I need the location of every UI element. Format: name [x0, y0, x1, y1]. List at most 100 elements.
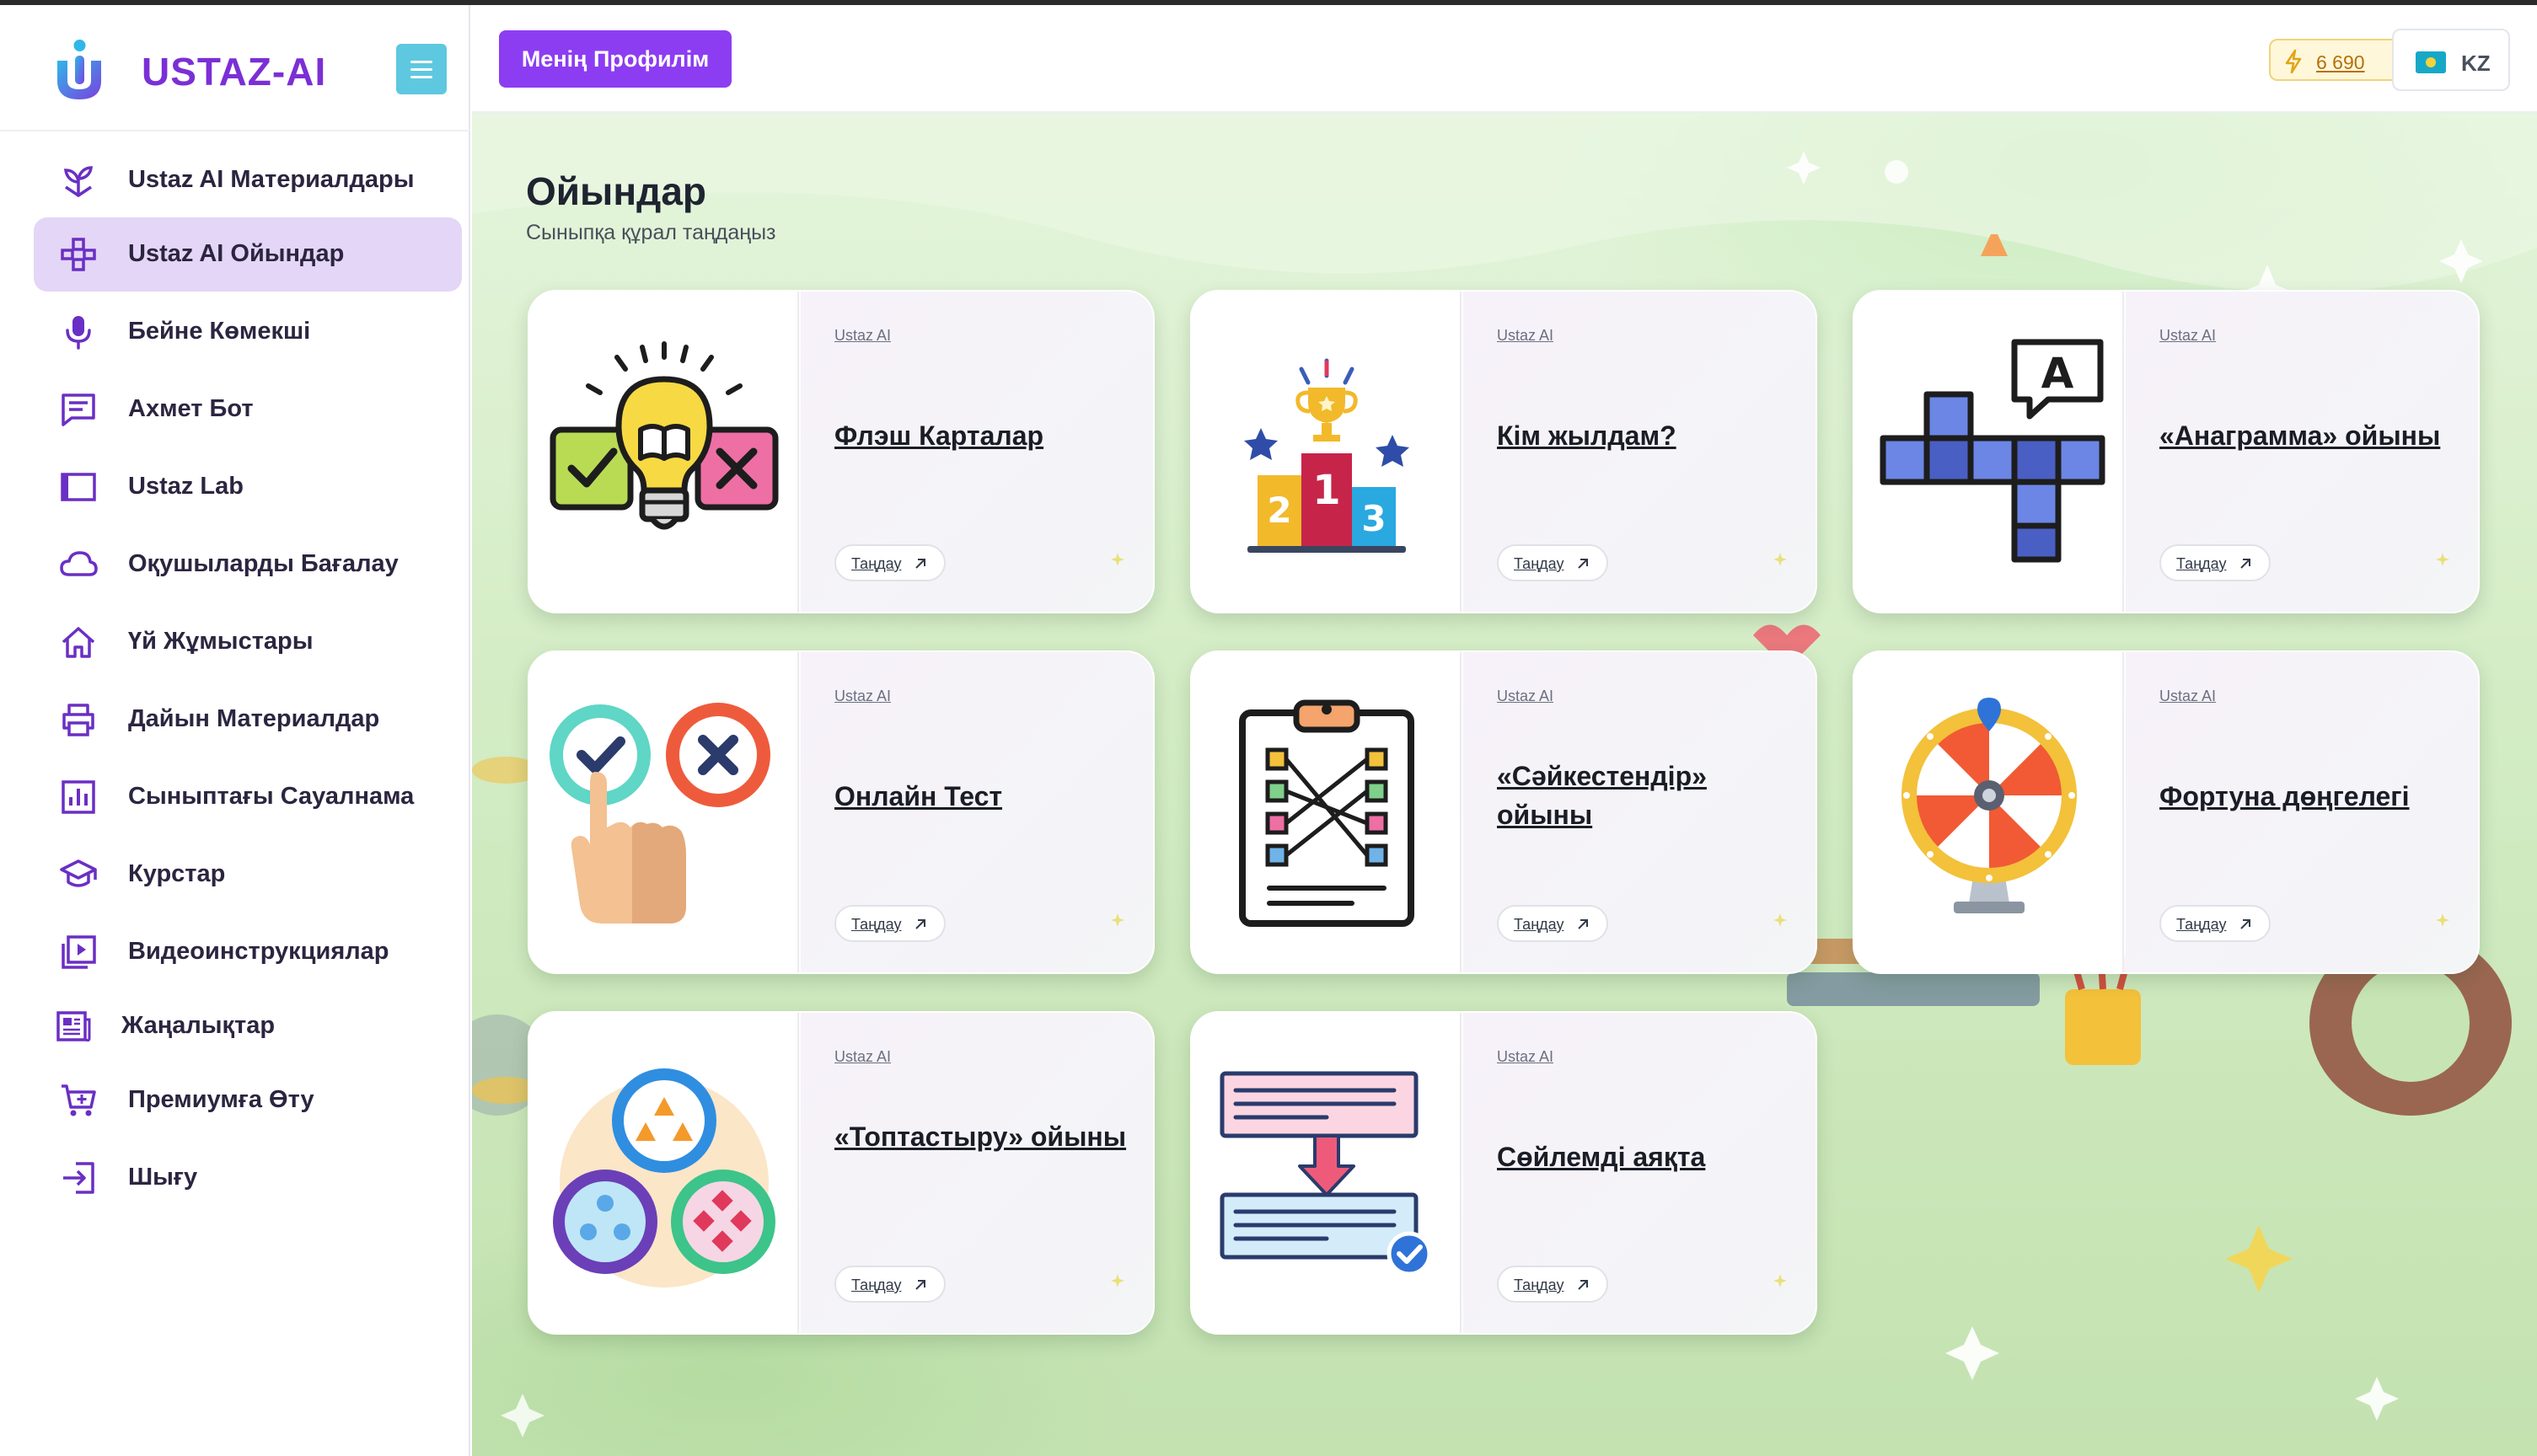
sidebar-item-label: Үй Жұмыстары [128, 628, 314, 655]
select-button[interactable]: Таңдау [834, 1266, 946, 1303]
arrow-up-right-icon [915, 559, 925, 569]
card-source[interactable]: Ustaz AI [1497, 327, 1553, 345]
matching-clipboard-icon [1239, 699, 1414, 927]
card-source[interactable]: Ustaz AI [834, 1048, 891, 1066]
card-title[interactable]: «Топтастыру» ойыны [834, 1117, 1138, 1156]
sidebar-item-label: Ustaz AI Материалдары [128, 166, 415, 193]
select-button[interactable]: Таңдау [834, 544, 946, 581]
card-source[interactable]: Ustaz AI [1497, 688, 1553, 705]
sentence-complete-icon [1220, 1071, 1432, 1277]
select-button[interactable]: Таңдау [2159, 905, 2271, 942]
game-card-who-is-faster[interactable]: 1 2 3 Ustaz AI Кім жылдам? Таңдау [1190, 290, 1817, 613]
sidebar-item-label: Ustaz Lab [128, 473, 244, 500]
sidebar-item-video-instructions[interactable]: Видеоинструкциялар [34, 915, 462, 989]
arrow-up-right-icon [2240, 919, 2250, 929]
sidebar-item-label: Премиумға Өту [128, 1086, 314, 1113]
game-card-matching[interactable]: Ustaz AI «Сәйкестендір» ойыны Таңдау [1190, 650, 1817, 974]
home-icon [62, 627, 95, 658]
lightbulb-icon [550, 341, 779, 530]
card-image [1192, 652, 1462, 972]
card-title[interactable]: Сөйлемді аяқта [1497, 1138, 1800, 1176]
card-source[interactable]: Ustaz AI [834, 688, 891, 705]
select-button[interactable]: Таңдау [1497, 905, 1608, 942]
sparkle-icon [2436, 913, 2449, 927]
sidebar-item-akhmet-bot[interactable]: Ахмет Бот [34, 372, 462, 447]
arrow-up-right-icon [1578, 919, 1588, 929]
card-source[interactable]: Ustaz AI [2159, 688, 2216, 705]
sidebar-item-homework[interactable]: Үй Жұмыстары [34, 605, 462, 679]
hamburger-menu-button[interactable] [396, 44, 447, 94]
chat-icon [62, 393, 95, 426]
card-body: Ustaz AI Фортуна дөңгелегі Таңдау [2126, 652, 2478, 972]
select-button[interactable]: Таңдау [2159, 544, 2271, 581]
games-main-area: Ойындар Сыныпқа құрал таңдаңыз Ustaz AI … [472, 113, 2537, 1456]
microphone-icon [66, 316, 91, 350]
select-label: Таңдау [851, 916, 902, 933]
card-title[interactable]: Фортуна дөңгелегі [2159, 777, 2463, 816]
sidebar-item-assessment[interactable]: Оқушыларды Бағалау [34, 527, 462, 602]
select-button[interactable]: Таңдау [1497, 1266, 1608, 1303]
printer-icon [62, 704, 94, 736]
logout-icon [63, 1162, 94, 1194]
svg-text:2: 2 [1267, 490, 1291, 531]
sidebar-item-ustaz-lab[interactable]: Ustaz Lab [34, 450, 462, 524]
bar-chart-icon [62, 780, 95, 814]
sidebar: USTAZ-AI Ustaz AI Материалдары Ustaz AI … [0, 5, 470, 1456]
brand-logo-icon[interactable] [51, 37, 110, 104]
card-title[interactable]: «Сәйкестендір» ойыны [1497, 757, 1800, 834]
crossword-icon: A [1880, 339, 2105, 563]
game-card-flashcards[interactable]: Ustaz AI Флэш Карталар Таңдау [528, 290, 1155, 613]
sidebar-item-courses[interactable]: Курстар [34, 838, 462, 912]
brand-name[interactable]: USTAZ-AI [142, 49, 326, 94]
card-source[interactable]: Ustaz AI [2159, 327, 2216, 345]
sidebar-item-video-assistant[interactable]: Бейне Көмекші [34, 295, 462, 369]
sidebar-item-games[interactable]: Ustaz AI Ойындар [34, 217, 462, 292]
sparkle-icon [1111, 1274, 1124, 1287]
card-source[interactable]: Ustaz AI [834, 327, 891, 345]
grouping-circles-icon [553, 1068, 775, 1287]
select-label: Таңдау [851, 555, 902, 572]
card-source[interactable]: Ustaz AI [1497, 1048, 1553, 1066]
sidebar-item-materials[interactable]: Ustaz AI Материалдары [34, 143, 462, 217]
gamepad-icon [61, 238, 96, 271]
sidebar-item-label: Оқушыларды Бағалау [128, 550, 399, 577]
sparkle-icon [1773, 1274, 1787, 1287]
graduation-cap-icon [60, 859, 97, 887]
select-label: Таңдау [2176, 916, 2227, 933]
select-label: Таңдау [1514, 916, 1564, 933]
card-image [529, 652, 799, 972]
sidebar-item-logout[interactable]: Шығу [34, 1141, 462, 1215]
podium-icon: 1 2 3 [1244, 358, 1409, 553]
game-card-fortune-wheel[interactable]: Ustaz AI Фортуна дөңгелегі Таңдау [1853, 650, 2480, 974]
card-body: Ustaz AI Флэш Карталар Таңдау [801, 292, 1153, 612]
game-card-online-test[interactable]: Ustaz AI Онлайн Тест Таңдау [528, 650, 1155, 974]
sidebar-item-class-survey[interactable]: Сыныптағы Сауалнама [34, 760, 462, 834]
sidebar-item-premium[interactable]: Премиумға Өту [34, 1063, 462, 1138]
card-title[interactable]: Кім жылдам? [1497, 416, 1800, 455]
arrow-up-right-icon [2240, 559, 2250, 569]
kazakhstan-flag-icon [2416, 51, 2446, 73]
lightning-icon [2285, 49, 2302, 74]
sidebar-item-label: Ustaz AI Ойындар [128, 240, 345, 267]
game-card-grouping[interactable]: Ustaz AI «Топтастыру» ойыны Таңдау [528, 1011, 1155, 1335]
card-image: A [1854, 292, 2124, 612]
card-title[interactable]: Онлайн Тест [834, 777, 1138, 816]
select-button[interactable]: Таңдау [834, 905, 946, 942]
select-label: Таңдау [1514, 1277, 1564, 1293]
select-button[interactable]: Таңдау [1497, 544, 1608, 581]
points-badge[interactable]: 6 690 [2269, 39, 2407, 81]
card-image [1192, 1013, 1462, 1333]
my-profile-button[interactable]: Менің Профилім [499, 30, 732, 88]
game-card-complete-sentence[interactable]: Ustaz AI Сөйлемді аяқта Таңдау [1190, 1011, 1817, 1335]
card-title[interactable]: Флэш Карталар [834, 416, 1138, 455]
svg-text:1: 1 [1312, 467, 1340, 514]
language-selector[interactable]: KZ [2392, 29, 2510, 91]
sidebar-item-label: Дайын Материалдар [128, 705, 380, 732]
sidebar-item-news[interactable]: Жаңалықтар [34, 989, 462, 1063]
select-label: Таңдау [2176, 555, 2227, 572]
game-card-anagram[interactable]: A Ustaz AI «Анаграмма» ойыны Таңдау [1853, 290, 2480, 613]
card-title[interactable]: «Анаграмма» ойыны [2159, 416, 2463, 455]
fortune-wheel-icon [1901, 698, 2077, 913]
sidebar-item-ready-materials[interactable]: Дайын Материалдар [34, 682, 462, 757]
card-body: Ustaz AI «Анаграмма» ойыны Таңдау [2126, 292, 2478, 612]
